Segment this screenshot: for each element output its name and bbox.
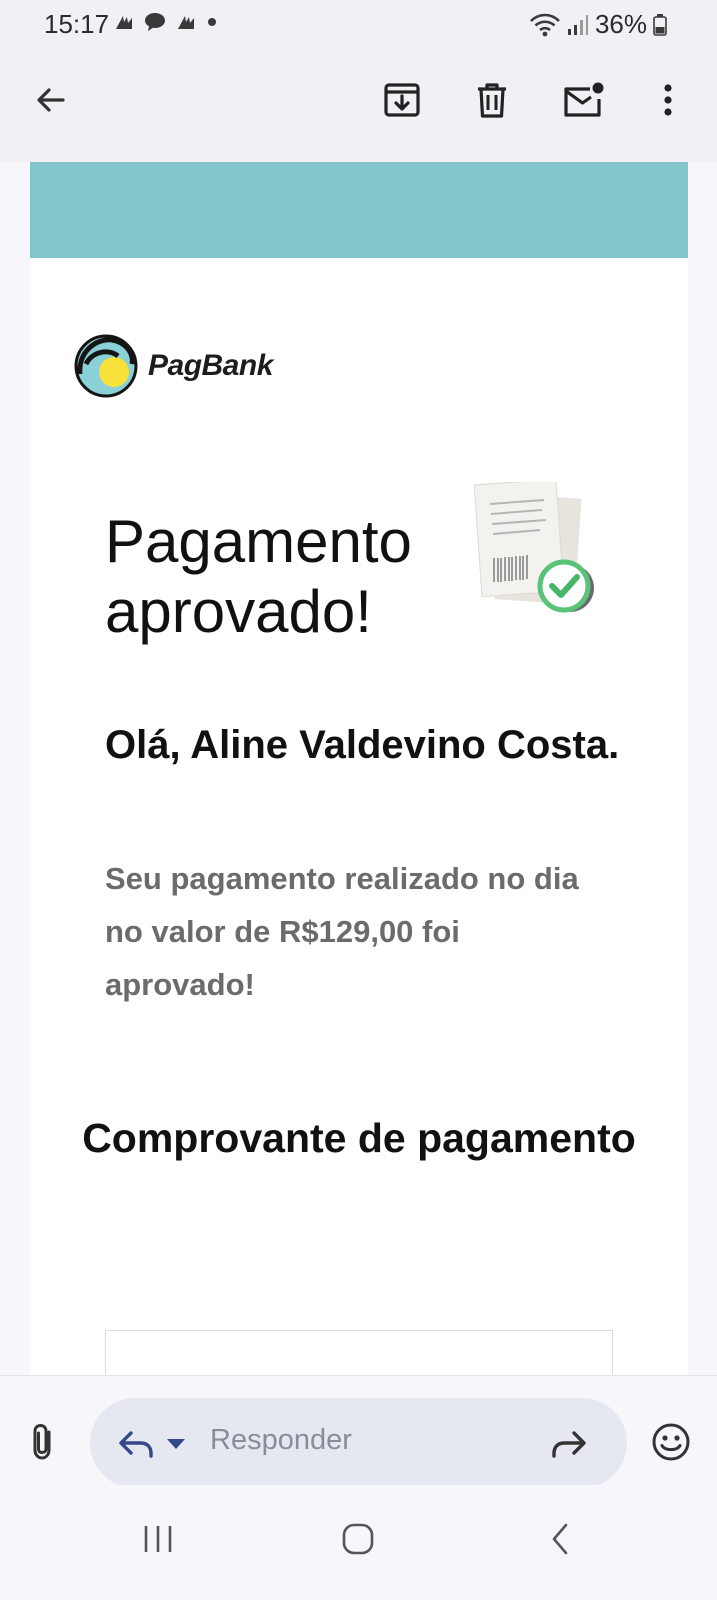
logo-text: PagBank <box>148 349 273 382</box>
emoji-button[interactable] <box>643 1414 699 1470</box>
system-nav-bar <box>0 1485 717 1600</box>
pagbank-logo: PagBank <box>74 334 273 398</box>
emoji-icon <box>652 1423 690 1461</box>
greeting: Olá, Aline Valdevino Costa. <box>105 723 620 767</box>
chat-bubble-icon <box>145 13 165 31</box>
home-button[interactable] <box>330 1511 386 1567</box>
app-toolbar <box>0 50 717 162</box>
mark-unread-icon <box>564 82 604 117</box>
back-nav-icon <box>552 1523 568 1555</box>
archive-icon <box>384 83 420 117</box>
nav-back-button[interactable] <box>532 1511 588 1567</box>
reply-icon <box>119 1431 153 1458</box>
reply-options-dropdown[interactable] <box>152 1416 200 1472</box>
more-vert-icon <box>664 84 672 116</box>
wifi-icon <box>530 13 560 36</box>
battery-percent: 36% <box>594 9 647 39</box>
status-bar: 15:17 36% <box>0 0 717 50</box>
reply-input[interactable]: Responder <box>90 1398 627 1488</box>
delete-button[interactable] <box>464 72 520 128</box>
forward-button[interactable] <box>541 1416 597 1472</box>
forward-icon <box>552 1431 586 1458</box>
trash-icon <box>478 83 506 118</box>
back-arrow-icon <box>37 88 65 112</box>
more-options-button[interactable] <box>640 72 696 128</box>
notification-app-icon <box>178 16 194 29</box>
dropdown-arrow-icon <box>167 1439 185 1449</box>
reply-placeholder: Responder <box>210 1424 352 1456</box>
home-icon <box>342 1523 374 1555</box>
pagbank-logo-icon <box>74 334 138 398</box>
payment-message: Seu pagamento realizado no dia no valor … <box>105 861 579 1002</box>
dot-icon <box>208 18 216 26</box>
archive-button[interactable] <box>374 72 430 128</box>
email-body: PagBank Pagamento aprovado! Olá, Aline V… <box>30 162 688 1377</box>
attachment-icon <box>33 1423 51 1460</box>
email-headline: Pagamento aprovado! <box>105 508 412 645</box>
recent-apps-button[interactable] <box>130 1511 186 1567</box>
recent-apps-icon <box>144 1526 172 1552</box>
mark-unread-button[interactable] <box>555 72 611 128</box>
signal-icon <box>567 14 588 35</box>
receipt-approved-icon <box>473 482 594 613</box>
attach-button[interactable] <box>14 1414 70 1470</box>
receipt-box <box>105 1330 613 1377</box>
status-time: 15:17 <box>44 9 110 39</box>
status-right: 36% <box>529 9 667 40</box>
header-band <box>30 162 688 258</box>
back-button[interactable] <box>23 72 79 128</box>
notification-app-icon <box>116 16 132 29</box>
receipt-title: Comprovante de pagamento <box>82 1115 636 1161</box>
status-notifications <box>114 12 218 32</box>
battery-icon <box>653 13 667 36</box>
reply-bar: Responder <box>0 1375 717 1488</box>
